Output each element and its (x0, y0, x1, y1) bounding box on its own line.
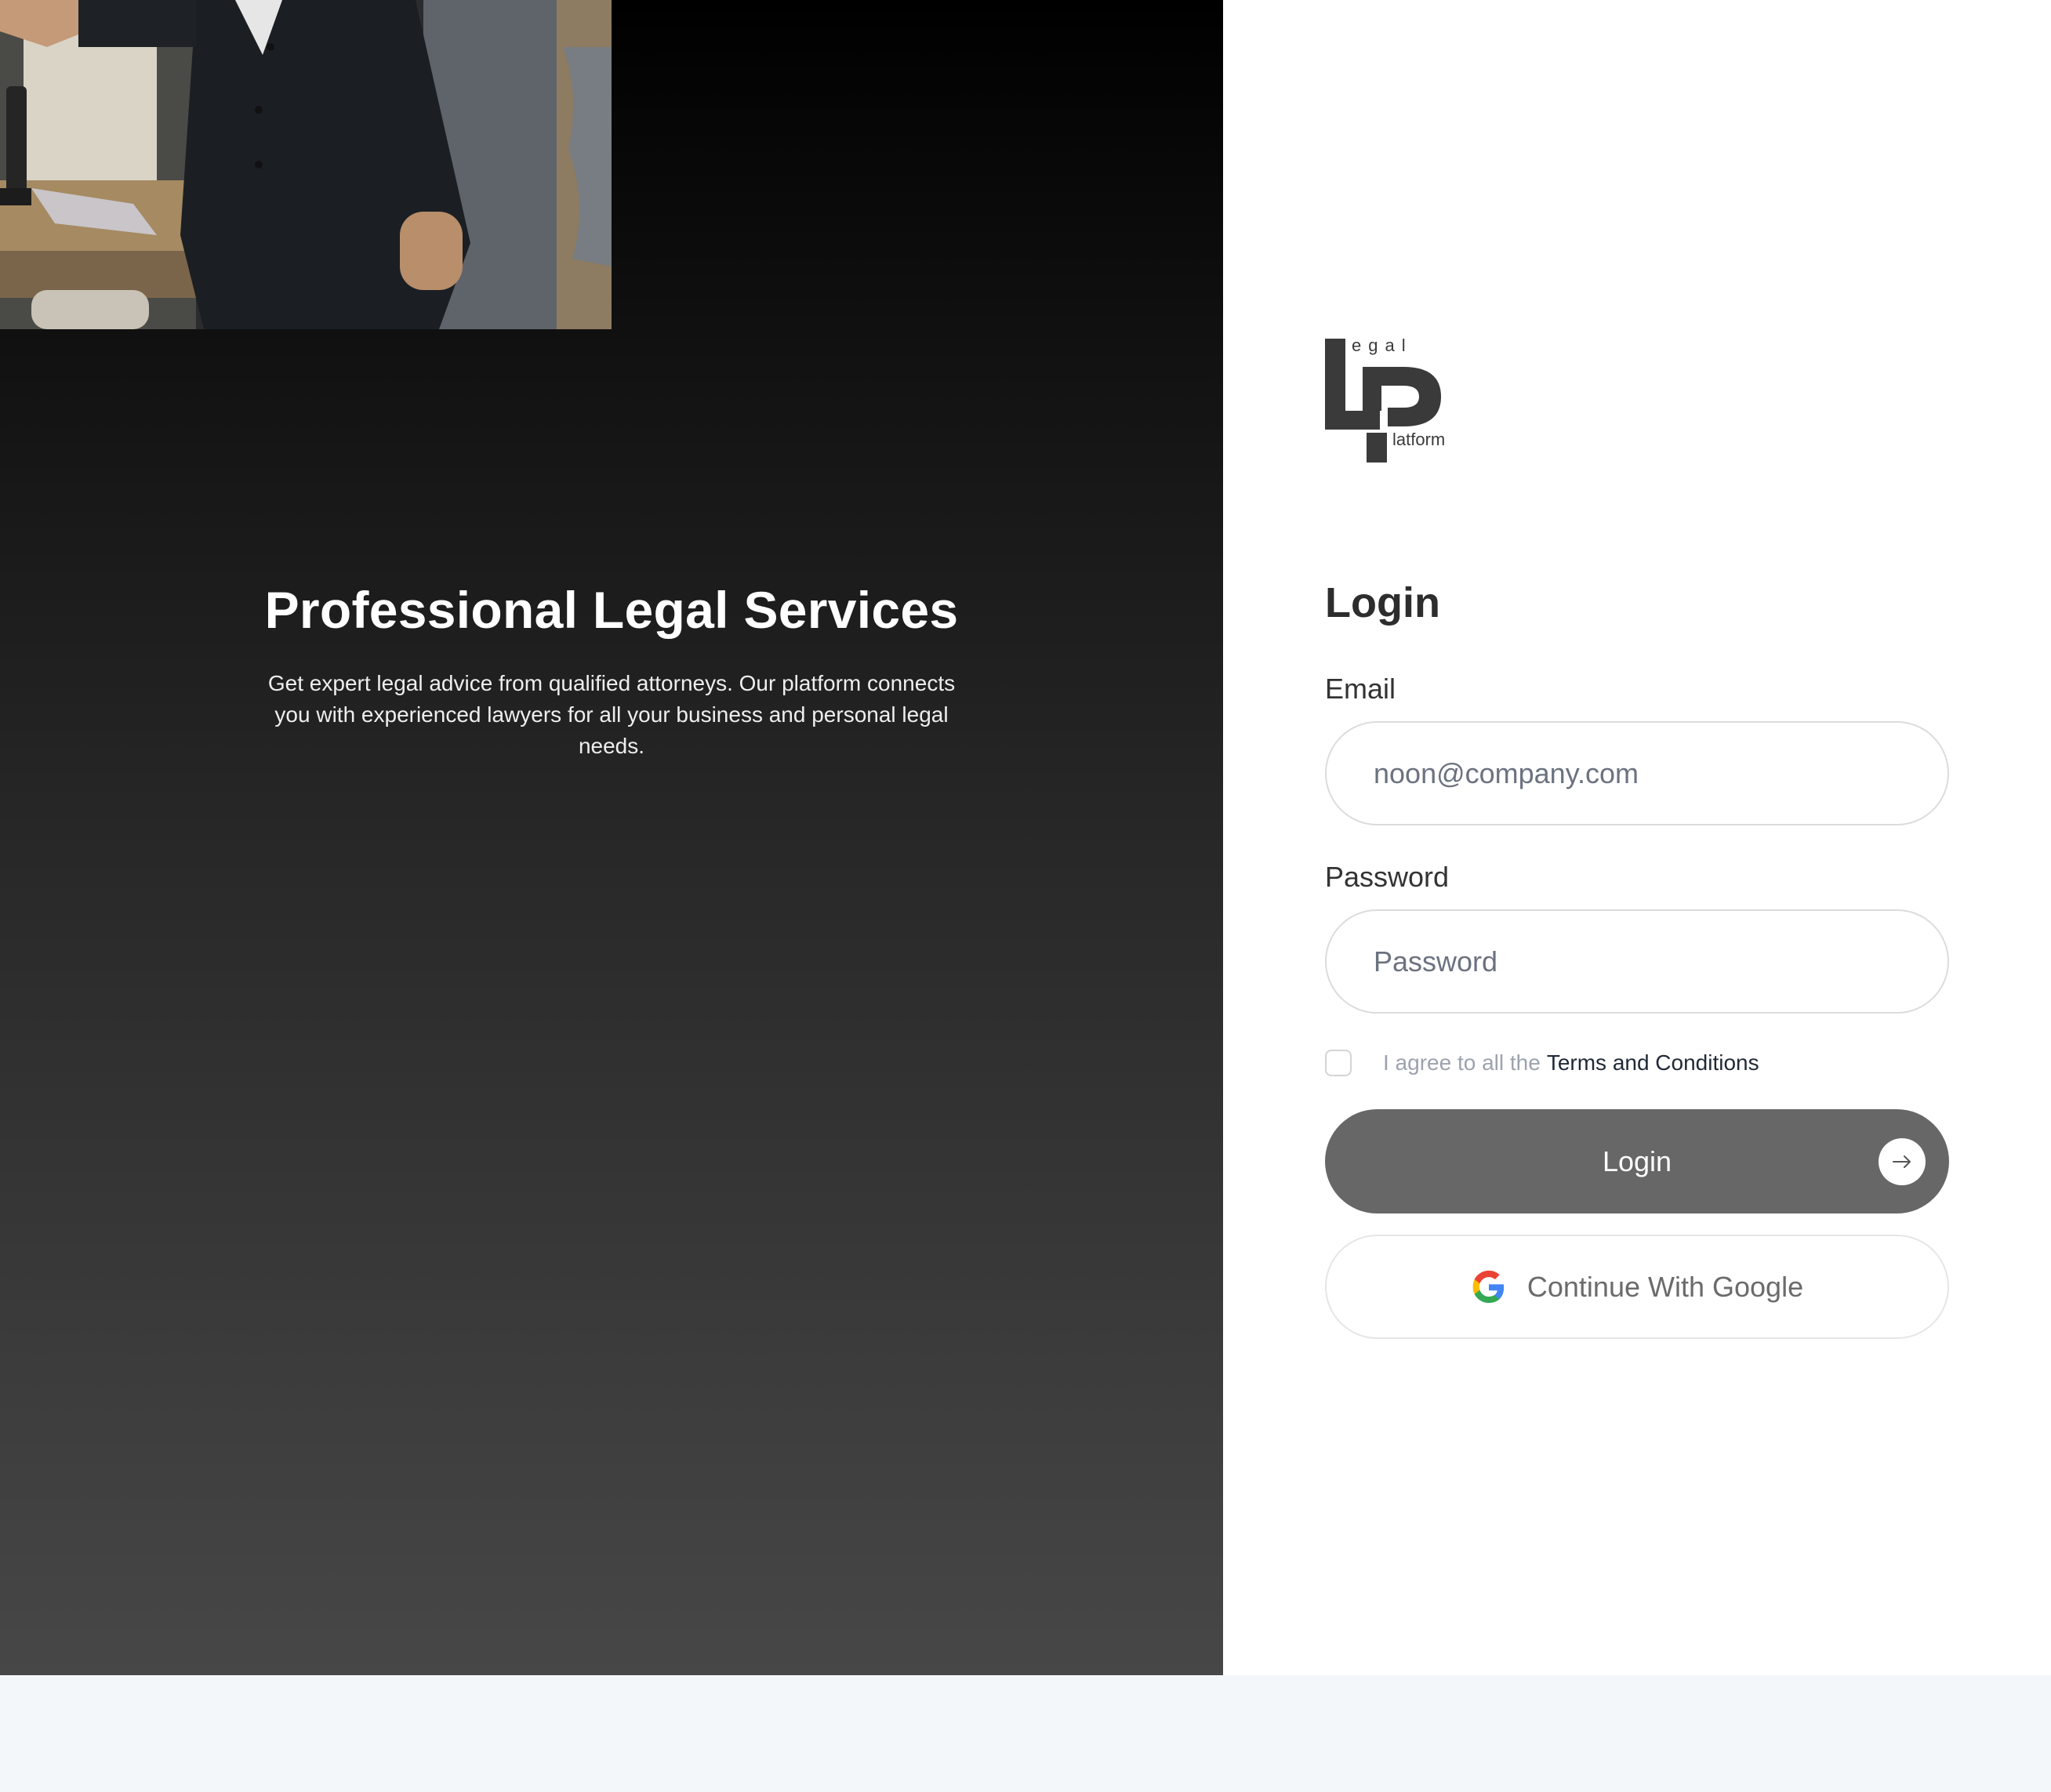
hero-subtitle: Get expert legal advice from qualified a… (267, 671, 956, 758)
svg-text:egal: egal (1352, 336, 1413, 355)
hero-photo (0, 0, 612, 329)
login-title: Login (1325, 579, 1440, 626)
password-field (1325, 909, 1949, 1014)
email-field (1325, 721, 1949, 825)
terms-prefix: I agree to all the (1383, 1050, 1541, 1075)
login-button[interactable]: Login (1325, 1109, 1949, 1213)
password-label: Password (1325, 861, 1450, 893)
platform-logo: egal latform (1325, 336, 1466, 469)
google-icon (1472, 1270, 1505, 1303)
arrow-right-icon (1879, 1138, 1926, 1185)
terms-link[interactable]: Terms and Conditions (1547, 1050, 1759, 1076)
svg-text:latform: latform (1392, 430, 1445, 449)
google-button-label: Continue With Google (1526, 1270, 1804, 1303)
email-label: Email (1325, 673, 1396, 705)
google-login-button[interactable]: Continue With Google (1325, 1235, 1949, 1339)
hero-title: Professional Legal Services (264, 581, 959, 639)
login-button-label: Login (1602, 1144, 1672, 1177)
email-input[interactable] (1327, 723, 1948, 824)
password-input[interactable] (1327, 911, 1948, 1012)
hero-panel: Professional Legal Services Get expert l… (0, 0, 1223, 1675)
terms-row: I agree to all the Terms and Conditions (1325, 1047, 1759, 1079)
terms-checkbox[interactable] (1325, 1050, 1352, 1076)
login-panel: egal latform Login Email Password I agre… (1223, 0, 2051, 1675)
